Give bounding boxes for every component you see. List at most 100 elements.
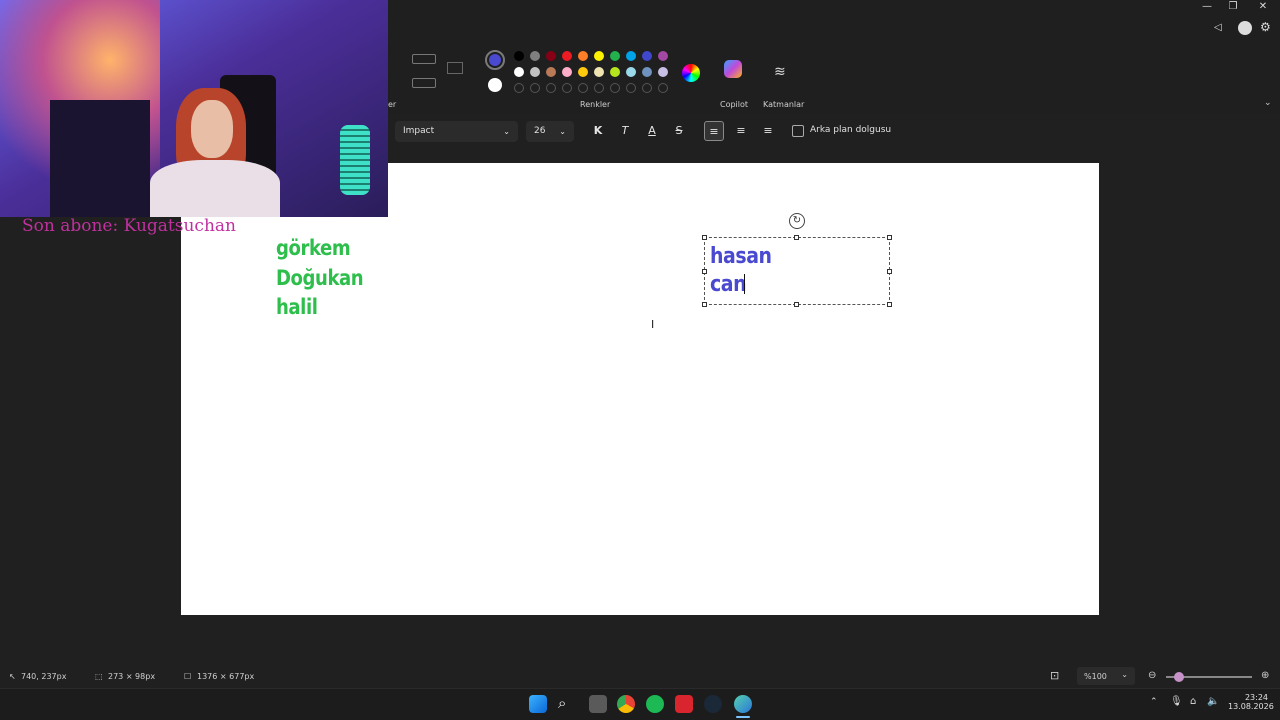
collapse-ribbon-chevron-icon[interactable]: ⌄ <box>1264 98 1272 108</box>
align-left-button[interactable]: ≡ <box>704 121 724 141</box>
custom-color-slot[interactable] <box>546 83 556 93</box>
font-size-dropdown[interactable]: 26 ⌄ <box>526 121 574 142</box>
resize-handle[interactable] <box>702 269 707 274</box>
custom-color-slot[interactable] <box>610 83 620 93</box>
custom-color-slot[interactable] <box>530 83 540 93</box>
text-box-line[interactable]: can <box>710 272 747 297</box>
last-subscriber-text: Son abone: Kugatsuchan <box>22 216 236 236</box>
italic-button[interactable]: T <box>615 121 635 141</box>
font-size-value: 26 <box>534 126 546 136</box>
strikethrough-button[interactable]: S <box>669 121 689 141</box>
shape-fill-icon[interactable] <box>412 78 436 88</box>
microphone-icon[interactable]: 🎙 <box>1170 696 1183 707</box>
chrome-icon[interactable] <box>617 695 635 713</box>
tray-clock[interactable]: 23:24 13.08.2026 <box>1228 693 1274 711</box>
resize-handle[interactable] <box>794 235 799 240</box>
resize-handle[interactable] <box>887 302 892 307</box>
rotate-handle-icon[interactable]: ↻ <box>789 213 805 229</box>
streamer-face <box>191 100 233 158</box>
color-swatch[interactable] <box>546 67 556 77</box>
custom-color-slot[interactable] <box>594 83 604 93</box>
resize-handle[interactable] <box>887 235 892 240</box>
share-icon[interactable]: ◁ <box>1214 22 1228 34</box>
zoom-value: %100 <box>1084 672 1107 681</box>
color-swatch[interactable] <box>658 51 668 61</box>
custom-color-slot[interactable] <box>642 83 652 93</box>
status-bar: ↖ 740, 237px ⬚ 273 × 98px ☐ 1376 × 677px… <box>0 666 1280 688</box>
custom-color-slot[interactable] <box>658 83 668 93</box>
zoom-slider-thumb[interactable] <box>1174 672 1184 682</box>
color-swatch[interactable] <box>626 67 636 77</box>
i-beam-cursor-icon: I <box>651 318 655 331</box>
primary-color-selector[interactable] <box>485 50 505 70</box>
resize-handle[interactable] <box>794 302 799 307</box>
steam-icon[interactable] <box>704 695 722 713</box>
close-button[interactable]: ✕ <box>1252 0 1274 14</box>
bold-button[interactable]: K <box>588 121 608 141</box>
account-avatar[interactable] <box>1238 21 1252 35</box>
shape-style-icon[interactable] <box>447 62 463 74</box>
color-swatch[interactable] <box>642 67 652 77</box>
microphone <box>340 125 370 195</box>
volume-icon[interactable]: 🔈 <box>1207 696 1219 707</box>
color-swatch[interactable] <box>658 67 668 77</box>
color-swatch[interactable] <box>514 67 524 77</box>
resize-handle[interactable] <box>702 235 707 240</box>
align-right-button[interactable]: ≡ <box>758 121 778 141</box>
color-swatch[interactable] <box>594 67 604 77</box>
color-swatch[interactable] <box>578 51 588 61</box>
app-icon-red[interactable] <box>675 695 693 713</box>
zoom-in-icon[interactable]: ⊕ <box>1261 670 1269 681</box>
color-swatch[interactable] <box>610 67 620 77</box>
align-center-button[interactable]: ≡ <box>731 121 751 141</box>
color-palette <box>514 51 674 95</box>
drawing-canvas[interactable] <box>181 163 1099 615</box>
tray-chevron-up-icon[interactable]: ⌃ <box>1150 697 1158 707</box>
search-icon[interactable]: ⌕ <box>558 694 566 712</box>
layers-icon[interactable]: ≋ <box>774 64 786 80</box>
shape-outline-icon[interactable] <box>412 54 436 64</box>
edit-colors-wheel-icon[interactable] <box>682 64 700 82</box>
background-fill-label: Arka plan dolgusu <box>810 125 892 135</box>
copilot-icon[interactable] <box>724 60 742 78</box>
color-swatch[interactable] <box>610 51 620 61</box>
custom-color-slot[interactable] <box>626 83 636 93</box>
zoom-dropdown[interactable]: %100 ⌄ <box>1077 667 1135 685</box>
task-view-icon[interactable] <box>589 695 607 713</box>
text-color-button[interactable]: A <box>642 121 662 141</box>
color-swatch[interactable] <box>626 51 636 61</box>
color-swatch[interactable] <box>546 51 556 61</box>
taskbar <box>0 688 1280 720</box>
color-swatch[interactable] <box>578 67 588 77</box>
fit-to-window-icon[interactable]: ⊡ <box>1050 669 1059 682</box>
custom-color-slot[interactable] <box>514 83 524 93</box>
secondary-color-swatch[interactable] <box>488 78 502 92</box>
clock-time: 23:24 <box>1244 693 1268 702</box>
color-swatch[interactable] <box>642 51 652 61</box>
font-family-dropdown[interactable]: Impact ⌄ <box>395 121 518 142</box>
network-icon[interactable]: ⌂ <box>1190 696 1196 707</box>
custom-color-slot[interactable] <box>562 83 572 93</box>
color-swatch[interactable] <box>562 67 572 77</box>
restore-button[interactable]: ❐ <box>1222 0 1244 14</box>
background-fill-checkbox[interactable] <box>792 125 804 137</box>
settings-gear-icon[interactable]: ⚙ <box>1260 20 1271 34</box>
paint-icon[interactable] <box>734 695 752 713</box>
partial-group-label: er <box>388 100 397 109</box>
color-swatch[interactable] <box>562 51 572 61</box>
copilot-label: Copilot <box>720 100 749 109</box>
minimize-button[interactable]: — <box>1196 0 1218 14</box>
custom-color-slot[interactable] <box>578 83 588 93</box>
text-box-line[interactable]: hasan <box>710 244 772 269</box>
zoom-out-icon[interactable]: ⊖ <box>1148 670 1156 681</box>
chevron-down-icon: ⌄ <box>559 127 566 136</box>
color-swatch[interactable] <box>514 51 524 61</box>
chevron-down-icon: ⌄ <box>1121 670 1128 679</box>
resize-handle[interactable] <box>702 302 707 307</box>
color-swatch[interactable] <box>530 51 540 61</box>
color-swatch[interactable] <box>594 51 604 61</box>
start-windows-icon[interactable] <box>529 695 547 713</box>
resize-handle[interactable] <box>887 269 892 274</box>
spotify-icon[interactable] <box>646 695 664 713</box>
color-swatch[interactable] <box>530 67 540 77</box>
